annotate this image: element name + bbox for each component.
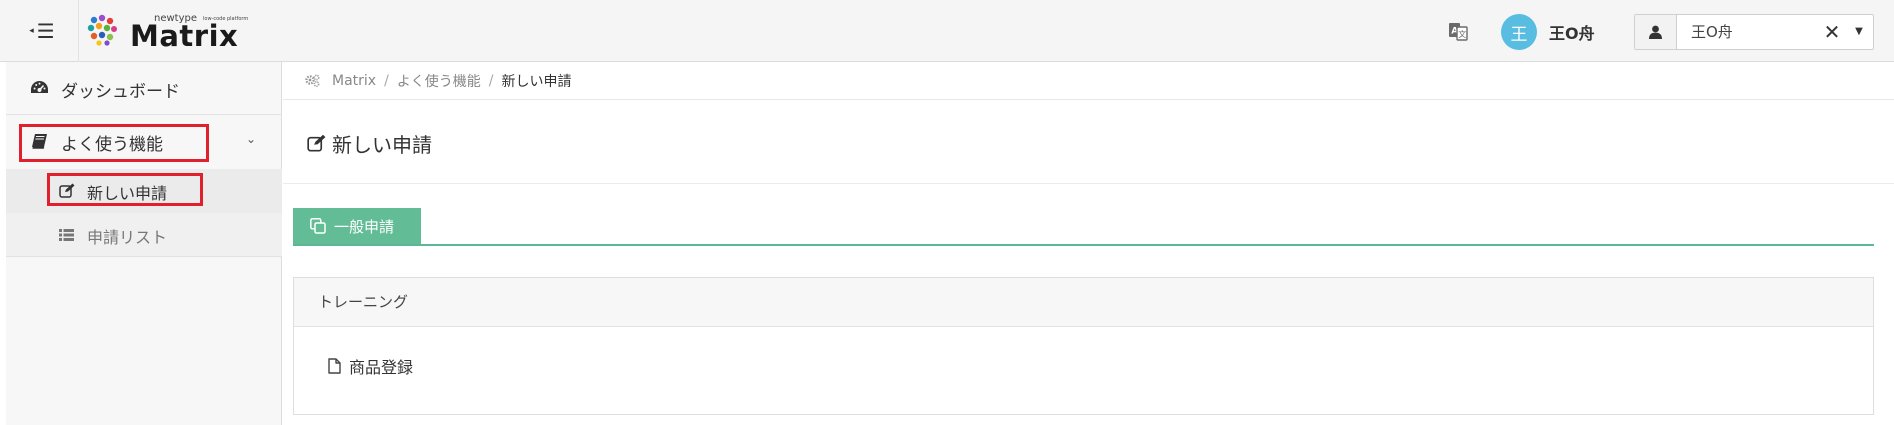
top-bar: ◂ ☰ newtype low-code platform Matrix A 文 (0, 0, 1894, 62)
page-header: 新しい申請 (283, 101, 1894, 184)
user-select[interactable]: 王O舟 ✕ ▼ (1634, 14, 1874, 50)
edit-icon (307, 134, 326, 152)
clear-icon[interactable]: ✕ (1819, 15, 1845, 49)
user-select-value[interactable]: 王O舟 (1677, 15, 1819, 49)
menu-toggle-button[interactable]: ◂ ☰ (6, 0, 79, 62)
breadcrumb-separator: / (488, 72, 494, 89)
breadcrumb: Matrix / よく使う機能 / 新しい申請 (283, 62, 1894, 100)
sidebar-item-label: 申請リスト (87, 228, 168, 247)
sidebar-item-label: 新しい申請 (87, 184, 168, 203)
book-icon (32, 134, 47, 149)
menu-icon: ☰ (36, 19, 55, 43)
matrix-logo[interactable]: newtype low-code platform Matrix (86, 10, 250, 53)
tab-label: 一般申請 (334, 217, 395, 236)
chevron-down-icon: ⌄ (246, 132, 257, 146)
tab-bar: 一般申請 (293, 208, 1874, 246)
edit-icon (59, 183, 75, 198)
sidebar: ダッシュボード よく使う機能 ⌄ 新しい申請 申請リスト (6, 62, 282, 425)
sidebar-item-favorites[interactable]: よく使う機能 ⌄ (6, 115, 282, 169)
sidebar-item-label: ダッシュボード (61, 82, 180, 102)
list-icon (59, 229, 74, 241)
tab-general-application[interactable]: 一般申請 (293, 208, 421, 244)
sidebar-item-application-list[interactable]: 申請リスト (6, 213, 282, 257)
breadcrumb-current: 新しい申請 (501, 73, 572, 90)
breadcrumb-link-favorites[interactable]: よく使う機能 (397, 71, 481, 91)
sidebar-item-label: よく使う機能 (61, 135, 163, 155)
panel-heading: トレーニング (294, 278, 1873, 327)
page-title: 新しい申請 (332, 133, 432, 157)
link-label: 商品登録 (349, 358, 414, 377)
file-icon (328, 358, 341, 374)
gears-icon (305, 74, 320, 87)
sidebar-item-new-application[interactable]: 新しい申請 (6, 169, 282, 213)
translate-icon[interactable]: A 文 (1446, 19, 1470, 43)
svg-text:文: 文 (1458, 29, 1466, 39)
logo-wordmark: newtype low-code platform Matrix (120, 10, 250, 53)
avatar[interactable]: 王 (1501, 14, 1537, 50)
caret-left-icon: ◂ (29, 26, 34, 36)
sidebar-item-dashboard[interactable]: ダッシュボード (6, 62, 282, 115)
copy-icon (310, 218, 326, 234)
logo-main-text: Matrix (130, 19, 239, 53)
breadcrumb-separator: / (384, 72, 389, 89)
breadcrumb-link-matrix[interactable]: Matrix (332, 73, 376, 89)
chevron-down-icon[interactable]: ▼ (1845, 15, 1873, 49)
training-panel: トレーニング 商品登録 (293, 277, 1874, 415)
username-label[interactable]: 王O舟 (1549, 20, 1595, 44)
product-registration-link[interactable]: 商品登録 (328, 354, 413, 378)
user-icon (1635, 15, 1677, 49)
dashboard-icon (31, 81, 48, 93)
logo-mark-icon (87, 14, 117, 46)
panel-body: 商品登録 (294, 327, 1873, 415)
